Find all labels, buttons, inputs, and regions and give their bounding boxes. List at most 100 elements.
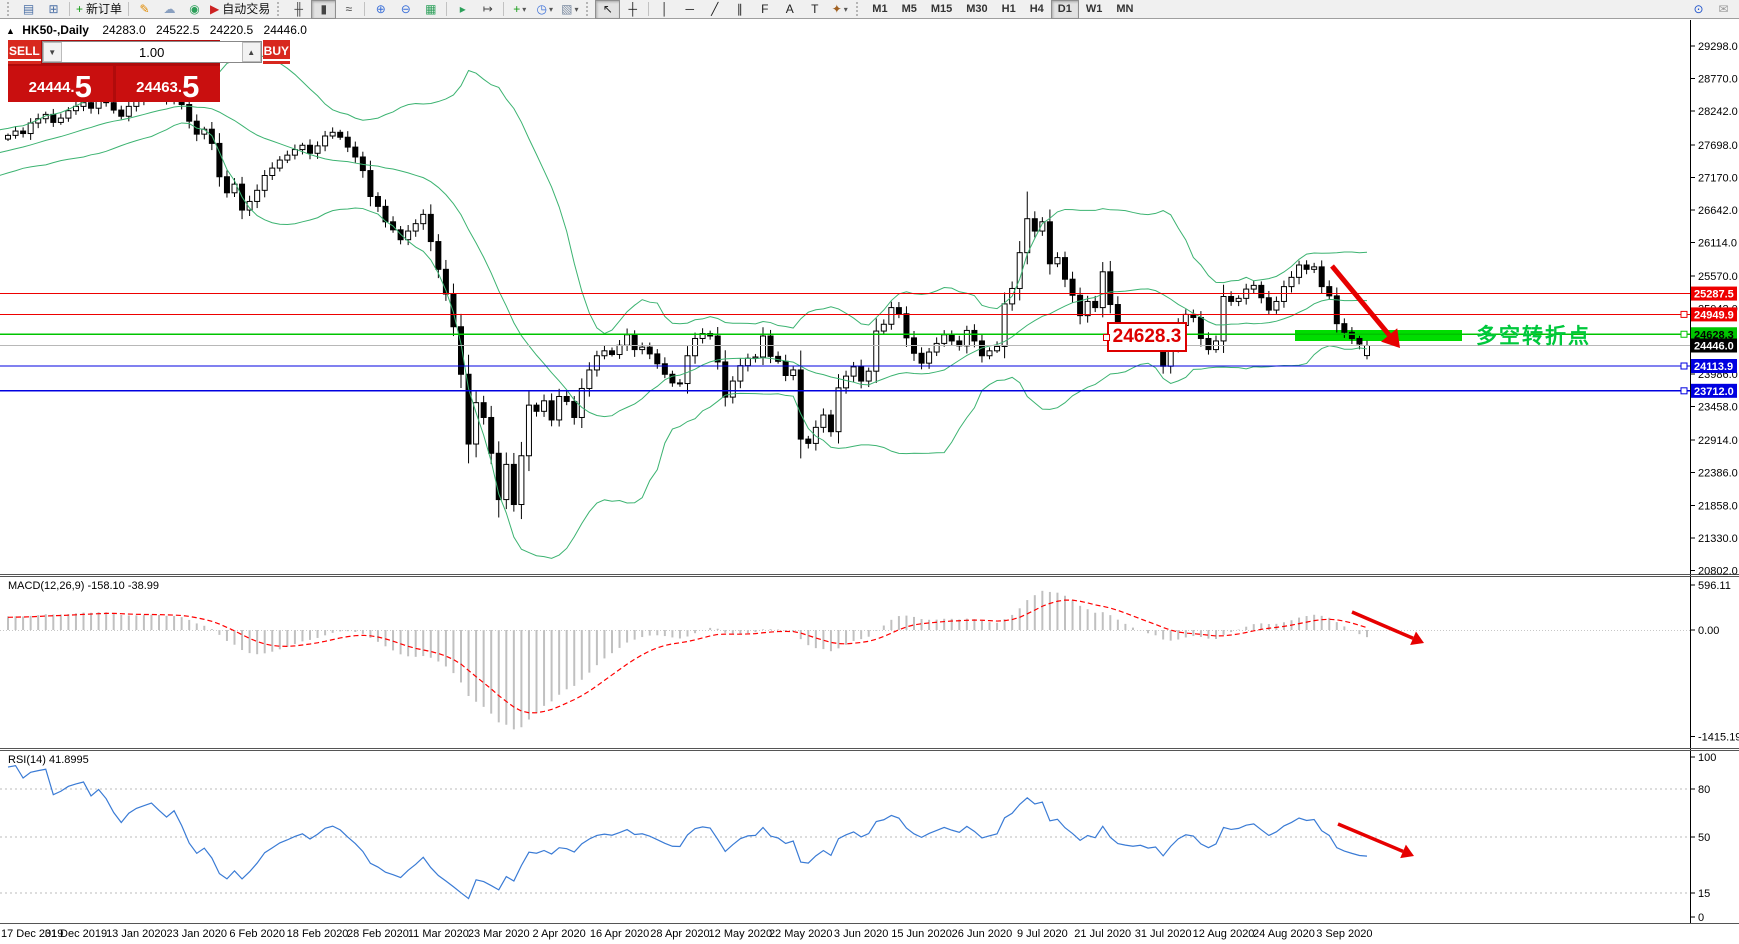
highlighter-icon[interactable]: ✎ — [132, 0, 157, 19]
volume-up-button[interactable]: ▲ — [241, 42, 261, 62]
tf-label: D1 — [1057, 2, 1072, 15]
date-tick: 11 Mar 2020 — [408, 928, 469, 940]
text-icon[interactable]: A — [777, 0, 802, 19]
arrows-tool-icon-glyph: ✦ — [831, 1, 842, 16]
toolbar-grip[interactable] — [277, 2, 282, 16]
new-order-icon[interactable]: + 新订单 — [73, 0, 125, 19]
vertical-line-icon-glyph: │ — [661, 1, 669, 16]
horizontal-line-icon[interactable]: ─ — [677, 0, 702, 19]
toolbar-separator — [69, 2, 70, 16]
periods-icon[interactable]: ◷ ▾ — [532, 0, 557, 19]
tf-m5-button[interactable]: M5 — [895, 0, 924, 19]
price-tick: 23458.0 — [1698, 401, 1738, 413]
tf-h4-button[interactable]: H4 — [1023, 0, 1051, 19]
chart-shift-icon[interactable]: ↦ — [475, 0, 500, 19]
price-tick: 25570.0 — [1698, 271, 1738, 283]
price-tick: 27170.0 — [1698, 172, 1738, 184]
fibonacci-icon-glyph: F — [761, 1, 769, 16]
date-tick: 12 May 2020 — [709, 928, 773, 940]
buy-price-pip: 5 — [182, 69, 200, 104]
main-toolbar: ▤ ⊞ + 新订单 ✎ ☁ ◉ ▶ 自动交易 ╫ ▮ ≈ ⊕ ⊖ ▦ ▸ ↦ + ▾ ◷ ▾ ▧ ▾ ↖ ┼ │ ─ ╱ ∥ F A T ✦ ▾ M… — [0, 0, 1739, 19]
tile-windows-icon[interactable]: ▦ — [418, 0, 443, 19]
price-tick: 28242.0 — [1698, 106, 1738, 118]
price-axis-label: 25287.5 — [1694, 289, 1734, 301]
chat-icon[interactable]: ✉ — [1711, 0, 1736, 19]
toolbar-separator — [446, 2, 448, 16]
vps-icon[interactable]: ☁ — [157, 0, 182, 19]
sell-button[interactable]: SELL — [8, 40, 41, 64]
date-tick: 26 Jun 2020 — [952, 928, 1013, 940]
fibonacci-icon[interactable]: F — [752, 0, 777, 19]
bar-chart-icon[interactable]: ╫ — [286, 0, 311, 19]
autoscroll-icon[interactable]: ▸ — [450, 0, 475, 19]
collapse-panel-arrow[interactable]: ▲ — [6, 26, 15, 36]
zoom-in-icon-glyph: ⊕ — [375, 1, 386, 16]
market-watch-icon[interactable]: ▤ — [16, 0, 41, 19]
templates-icon[interactable]: ▧ ▾ — [557, 0, 582, 19]
cursor-icon-glyph: ↖ — [602, 1, 613, 16]
autotrading-icon[interactable]: ▶ 自动交易 — [207, 0, 273, 19]
turning-zone-rect — [1295, 330, 1462, 341]
tf-m15-button[interactable]: M15 — [924, 0, 959, 19]
autoscroll-icon-glyph: ▸ — [459, 1, 466, 16]
tf-w1-button[interactable]: W1 — [1079, 0, 1110, 19]
search-icon-glyph: ⊙ — [1693, 1, 1704, 16]
date-tick: 22 May 2020 — [769, 928, 833, 940]
data-window-icon[interactable]: ⊞ — [41, 0, 66, 19]
templates-icon-caret[interactable]: ▾ — [574, 1, 578, 18]
ohlc-open: 24283.0 — [102, 23, 146, 37]
date-tick: 31 Jul 2020 — [1135, 928, 1192, 940]
price-tick: 22914.0 — [1698, 435, 1738, 447]
trendline-icon-glyph: ╱ — [711, 1, 719, 16]
toolbar-grip[interactable] — [7, 2, 12, 16]
price-axis-label: 24446.0 — [1694, 341, 1734, 353]
ohlc-low: 24220.5 — [209, 23, 254, 37]
candle-chart-icon[interactable]: ▮ — [311, 0, 337, 19]
indicators-icon-caret[interactable]: ▾ — [522, 1, 526, 18]
search-icon[interactable]: ⊙ — [1686, 0, 1711, 19]
price-tick: 26114.0 — [1698, 238, 1737, 250]
arrows-tool-icon-caret[interactable]: ▾ — [844, 1, 848, 18]
tf-label: H4 — [1029, 2, 1044, 15]
date-tick: 3 Sep 2020 — [1316, 928, 1372, 940]
sell-price[interactable]: 24444. 5 — [8, 66, 113, 102]
channel-icon[interactable]: ∥ — [727, 0, 752, 19]
cursor-icon[interactable]: ↖ — [595, 0, 621, 19]
periods-icon-caret[interactable]: ▾ — [549, 1, 553, 18]
buy-price[interactable]: 24463. 5 — [115, 66, 220, 104]
tf-mn-button[interactable]: MN — [1109, 0, 1140, 19]
templates-icon-glyph: ▧ — [561, 1, 573, 16]
text-label-icon[interactable]: T — [802, 0, 827, 19]
tf-d1-button[interactable]: D1 — [1050, 0, 1079, 19]
crosshair-icon[interactable]: ┼ — [620, 0, 645, 19]
date-tick: 9 Jul 2020 — [1017, 928, 1068, 940]
tf-h1-button[interactable]: H1 — [995, 0, 1023, 19]
toolbar-grip[interactable] — [586, 2, 591, 16]
zoom-in-icon[interactable]: ⊕ — [368, 0, 393, 19]
buy-button[interactable]: BUY — [262, 40, 291, 64]
tf-m1-button[interactable]: M1 — [865, 0, 894, 19]
zoom-out-icon[interactable]: ⊖ — [393, 0, 418, 19]
price-flag-annotation[interactable]: 24628.3 — [1103, 322, 1187, 352]
tf-label: M30 — [966, 2, 988, 15]
text-label-icon-glyph: T — [811, 1, 819, 16]
tf-m30-button[interactable]: M30 — [959, 0, 994, 19]
sell-price-pip: 5 — [74, 69, 92, 104]
trendline-icon[interactable]: ╱ — [702, 0, 727, 19]
indicators-icon[interactable]: + ▾ — [507, 0, 532, 19]
chart-canvas[interactable]: 29298.0 28770.0 28242.0 27698.0 27170.0 26642… — [0, 0, 1739, 944]
arrows-tool-icon[interactable]: ✦ ▾ — [827, 0, 852, 19]
highlighter-icon-glyph: ✎ — [139, 1, 150, 16]
crosshair-icon-glyph: ┼ — [628, 1, 638, 16]
vertical-line-icon[interactable]: │ — [652, 0, 677, 19]
tf-label: M1 — [872, 2, 888, 15]
price-tick: 20802.0 — [1698, 565, 1738, 577]
rsi-axis-label: 50 — [1698, 832, 1710, 844]
volume-down-button[interactable]: ▼ — [42, 42, 62, 62]
autotrading-icon-label: 自动交易 — [222, 1, 271, 16]
volume-input[interactable] — [61, 42, 242, 62]
signals-icon[interactable]: ◉ — [182, 0, 207, 19]
toolbar-grip[interactable] — [856, 2, 861, 16]
data-window-icon-glyph: ⊞ — [48, 1, 59, 16]
line-chart-icon[interactable]: ≈ — [336, 0, 361, 19]
